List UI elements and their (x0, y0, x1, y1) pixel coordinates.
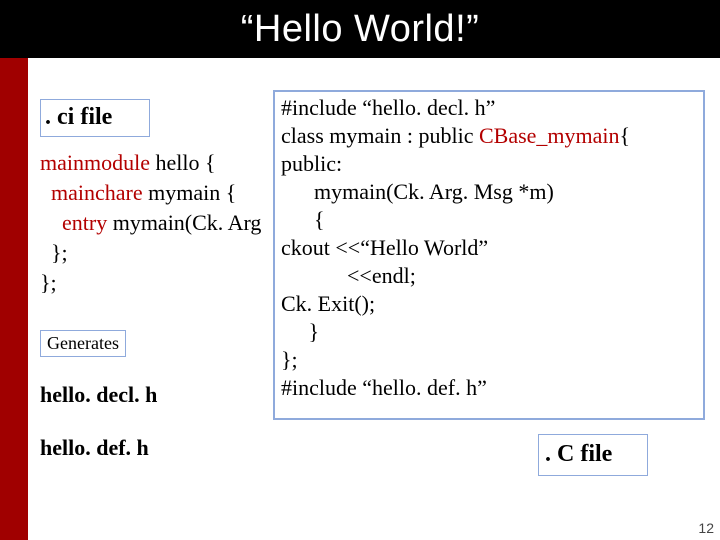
kw-entry: entry (40, 210, 107, 235)
slide: “Hello World!” . ci file mainmodule hell… (0, 0, 720, 540)
c-l2c: { (620, 123, 631, 148)
c-l3: public: (281, 151, 342, 176)
ci-l5: }; (40, 270, 57, 295)
c-l11: #include “hello. def. h” (281, 375, 487, 400)
kw-mainmodule: mainmodule (40, 150, 150, 175)
hello-decl-h-label: hello. decl. h (40, 382, 157, 408)
c-l9: } (281, 319, 319, 344)
generates-box: Generates (40, 330, 126, 357)
red-sidebar-strip (0, 58, 28, 540)
hello-def-h-label: hello. def. h (40, 435, 149, 461)
c-l1: #include “hello. decl. h” (281, 95, 495, 120)
c-l7: <<endl; (281, 263, 416, 288)
title-text: “Hello World!” (241, 8, 480, 50)
ci-l4: }; (40, 240, 68, 265)
c-l6: ckout <<“Hello World” (281, 235, 488, 260)
ci-l3b: mymain(Ck. Arg (107, 210, 261, 235)
ci-file-label: . ci file (41, 104, 112, 130)
c-l2a: class mymain : public (281, 123, 479, 148)
page-number: 12 (698, 520, 714, 536)
generates-label: Generates (47, 333, 119, 353)
ci-file-label-box: . ci file (40, 99, 150, 137)
ci-l1b: hello { (150, 150, 216, 175)
c-file-label-box: . C file (538, 434, 648, 476)
c-l5: { (281, 207, 325, 232)
ci-l2b: mymain { (143, 180, 237, 205)
c-l8: Ck. Exit(); (281, 291, 375, 316)
kw-cbase-mymain: CBase_mymain (479, 123, 620, 148)
page-title: “Hello World!” (0, 0, 720, 58)
ci-code-block: mainmodule hello { mainchare mymain { en… (40, 148, 261, 298)
c-l10: }; (281, 347, 298, 372)
c-code-box: #include “hello. decl. h” class mymain :… (273, 90, 705, 420)
kw-mainchare: mainchare (40, 180, 143, 205)
c-file-label: . C file (539, 441, 612, 467)
c-l4: mymain(Ck. Arg. Msg *m) (281, 179, 554, 204)
